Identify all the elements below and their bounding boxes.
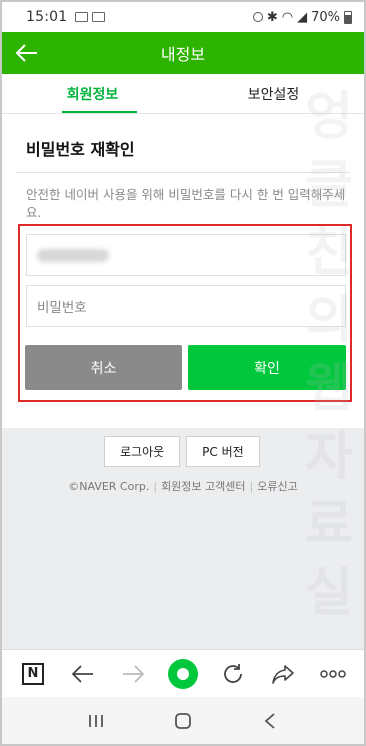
browser-toolbar: N <box>2 649 364 697</box>
app-bar: 내정보 <box>2 32 364 74</box>
more-icon <box>320 669 346 678</box>
help-center-link[interactable]: 회원정보 고객센터 <box>161 480 245 493</box>
status-time: 15:01 <box>26 9 68 25</box>
recent-apps-button[interactable] <box>77 702 115 740</box>
separator: | <box>153 480 158 493</box>
image-icon <box>92 12 106 22</box>
signal-icon: ◢ <box>297 9 308 25</box>
chevron-left-icon <box>264 712 275 729</box>
copyright: ©NAVER Corp. <box>68 480 150 493</box>
system-nav-bar <box>2 697 364 744</box>
page-title: 내정보 <box>160 45 206 64</box>
footer-area: 로그아웃 PC 버전 ©NAVER Corp. | 회원정보 고객센터 | 오류신고 <box>2 428 364 653</box>
separator: | <box>249 480 254 493</box>
more-button[interactable] <box>314 655 352 693</box>
cancel-button[interactable]: 취소 <box>25 345 182 390</box>
phone-screen: 15:01 ✱ ◠ ◢ 70% 내정보 회원정보 보안설정 비밀번호 재확인 안… <box>0 0 366 746</box>
password-field[interactable]: 비밀번호 <box>26 285 346 327</box>
naver-home-button[interactable]: N <box>14 655 52 693</box>
password-placeholder: 비밀번호 <box>37 300 87 316</box>
home-icon <box>175 712 191 729</box>
tab-security-settings[interactable]: 보안설정 <box>183 74 364 113</box>
refresh-icon <box>224 663 242 683</box>
back-button[interactable] <box>64 655 102 693</box>
bluetooth-icon: ✱ <box>266 9 278 25</box>
password-recheck-card: 비밀번호 재확인 안전한 네이버 사용을 위해 비밀번호를 다시 한 번 입력해… <box>2 114 364 428</box>
logout-button[interactable]: 로그아웃 <box>104 436 181 467</box>
green-dot-button[interactable] <box>164 655 202 693</box>
tab-bar: 회원정보 보안설정 <box>2 74 364 114</box>
id-field[interactable] <box>26 234 346 276</box>
divider <box>16 172 350 173</box>
naver-n-icon: N <box>22 662 44 685</box>
tab-member-info[interactable]: 회원정보 <box>2 74 183 113</box>
recent-apps-icon <box>88 714 103 727</box>
home-button[interactable] <box>164 702 202 740</box>
refresh-button[interactable] <box>214 655 252 693</box>
pc-version-button[interactable]: PC 버전 <box>186 436 260 467</box>
system-indicators: ✱ ◠ ◢ 70% <box>252 9 352 25</box>
back-arrow-icon[interactable] <box>14 40 40 66</box>
message-icon <box>75 12 89 22</box>
green-dot-icon <box>168 658 198 689</box>
tab-label: 보안설정 <box>247 86 300 103</box>
alarm-icon <box>252 12 263 22</box>
forward-icon <box>123 664 144 683</box>
card-description: 안전한 네이버 사용을 위해 비밀번호를 다시 한 번 입력해주세요. <box>26 187 346 220</box>
wifi-icon: ◠ <box>281 9 294 25</box>
redacted-id <box>37 248 109 262</box>
back-icon <box>72 664 93 683</box>
share-button[interactable] <box>264 655 302 693</box>
footer-links: ©NAVER Corp. | 회원정보 고객센터 | 오류신고 <box>2 478 364 494</box>
tab-label: 회원정보 <box>66 86 119 103</box>
battery-percent: 70% <box>311 9 340 25</box>
error-report-link[interactable]: 오류신고 <box>257 480 297 493</box>
confirm-button[interactable]: 확인 <box>188 345 346 390</box>
forward-button[interactable] <box>114 655 152 693</box>
card-title: 비밀번호 재확인 <box>26 140 135 159</box>
notification-icons <box>75 12 106 22</box>
share-icon <box>272 664 294 684</box>
system-back-button[interactable] <box>251 702 289 740</box>
footer-buttons: 로그아웃 PC 버전 <box>104 436 260 467</box>
battery-icon <box>344 10 352 24</box>
status-bar: 15:01 ✱ ◠ ◢ 70% <box>2 2 364 32</box>
